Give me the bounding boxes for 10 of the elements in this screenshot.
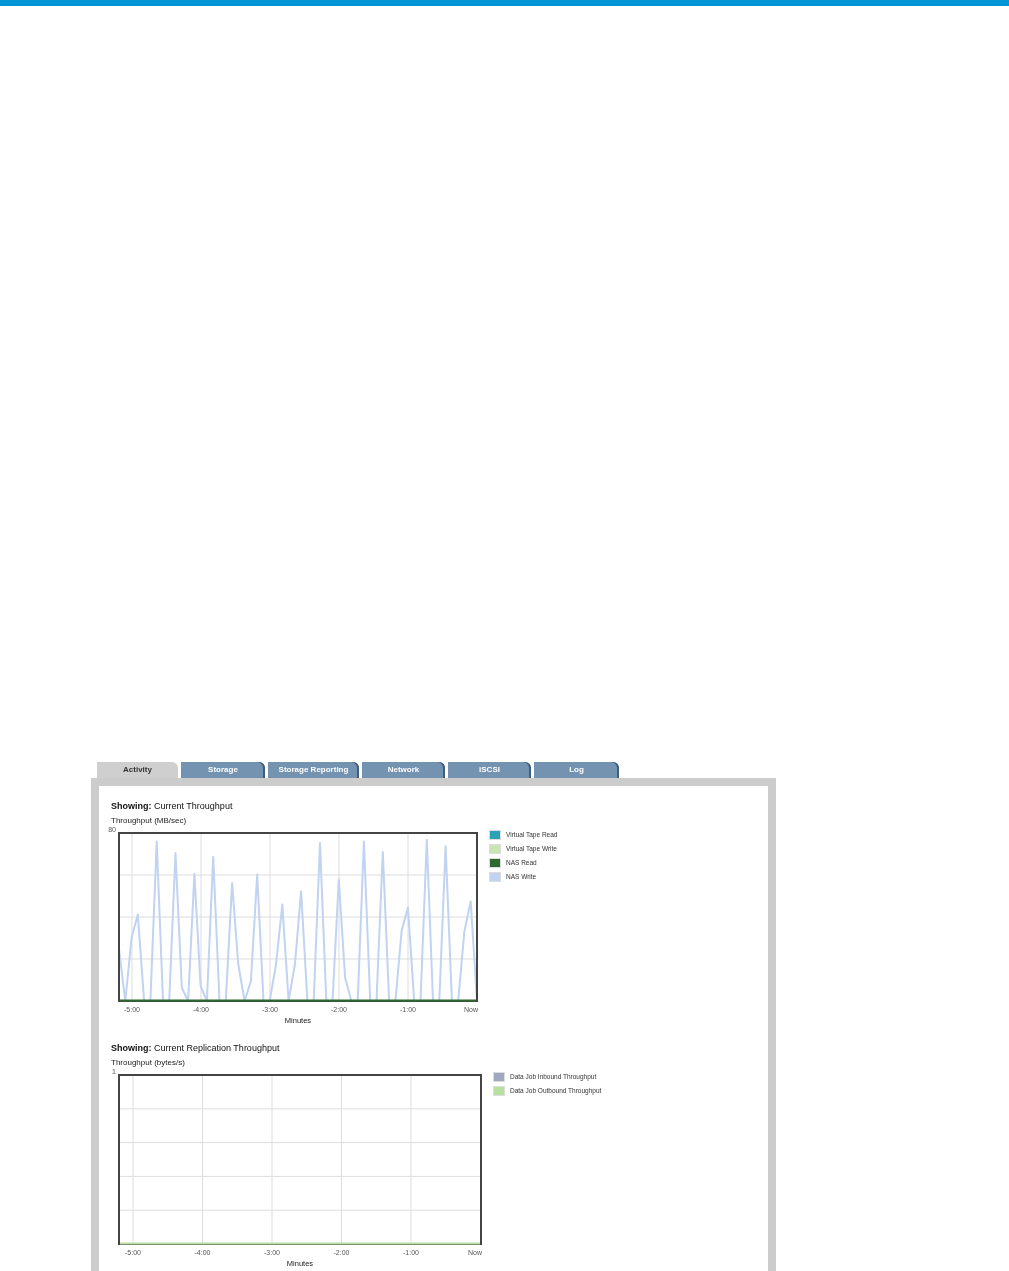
axis-title: Throughput (bytes/s) — [111, 1057, 186, 1068]
tab[interactable]: Log — [534, 762, 619, 778]
chart-heading: Showing: Current Replication Throughput — [111, 1042, 281, 1054]
tab[interactable]: Activity — [97, 762, 178, 778]
tab[interactable]: Storage Reporting — [268, 762, 359, 778]
tab[interactable]: Storage — [181, 762, 265, 778]
tab[interactable]: Network — [362, 762, 445, 778]
axis-title: Throughput (MB/sec) — [111, 815, 188, 826]
tab[interactable]: iSCSI — [448, 762, 531, 778]
chart-heading: Showing: Current Throughput — [111, 800, 234, 812]
